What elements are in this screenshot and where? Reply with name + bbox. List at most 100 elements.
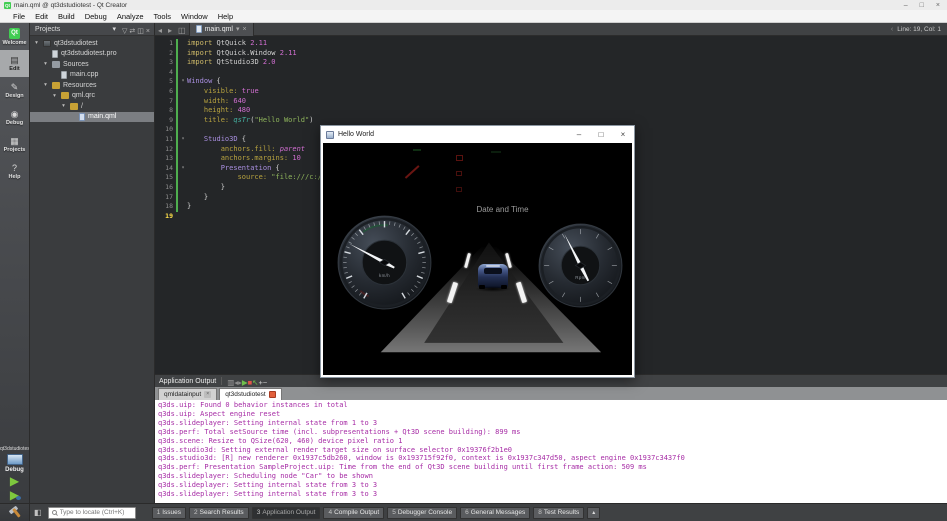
pane-label: Debugger Console <box>398 509 452 516</box>
line-number: 13 <box>155 154 175 164</box>
chevron-expanded-icon[interactable]: ▾ <box>51 93 58 99</box>
render-artifact <box>456 187 462 192</box>
tree-item-label: main.qml <box>88 113 116 120</box>
fold-spacer <box>179 87 187 97</box>
line-number: 16 <box>155 183 175 193</box>
fold-spacer <box>179 193 187 203</box>
pane-expand-button[interactable]: ▴ <box>587 507 600 519</box>
tree-item-sources[interactable]: ▾Sources <box>30 59 154 70</box>
chevron-expanded-icon[interactable]: ▾ <box>42 82 49 88</box>
minimize-button[interactable]: – <box>568 126 590 143</box>
tree-item-main-qml[interactable]: main.qml <box>30 112 154 123</box>
change-marker <box>176 68 178 78</box>
mode-design[interactable]: ✎Design <box>0 77 29 104</box>
status-bar: ◧ 1Issues2Search Results3Application Out… <box>0 503 947 521</box>
menu-item-file[interactable]: File <box>8 12 30 21</box>
fold-spacer <box>179 173 187 183</box>
tree-item-qt3dstudiotest[interactable]: ▾qt3dstudiotest <box>30 38 154 49</box>
forward-icon[interactable]: ▸ <box>165 26 175 35</box>
build-button[interactable] <box>8 506 22 519</box>
close-button[interactable]: × <box>936 2 940 9</box>
tree-item-label: / <box>81 103 83 110</box>
mode-label: Debug <box>6 120 23 126</box>
maximize-button[interactable]: □ <box>590 126 612 143</box>
tree-item-qml-qrc[interactable]: ▾qml.qrc <box>30 91 154 102</box>
tree-item-main-cpp[interactable]: main.cpp <box>30 70 154 81</box>
change-marker <box>176 212 178 222</box>
kit-label[interactable]: Debug <box>5 467 24 473</box>
line-number: 9 <box>155 116 175 126</box>
log-line: q3ds.studio3d: [R] new renderer 0x1937c5… <box>158 454 944 463</box>
welcome-icon: Qt <box>9 28 20 39</box>
fold-spacer <box>179 145 187 155</box>
chevron-expanded-icon[interactable]: ▾ <box>60 103 67 109</box>
change-marker <box>176 173 178 183</box>
pane-label: Issues <box>162 509 181 516</box>
mode-help[interactable]: ?Help <box>0 158 29 185</box>
sidebar-view-combo[interactable]: Projects ▾ <box>33 25 118 33</box>
close-icon[interactable]: × <box>145 28 151 35</box>
pane-button-debugger-console[interactable]: 5Debugger Console <box>387 507 457 519</box>
split-icon[interactable]: ◫ <box>136 28 145 35</box>
locator <box>48 507 136 519</box>
kit-selector-icon[interactable] <box>7 454 23 465</box>
line-col-indicator[interactable]: Line: 19, Col: 1 <box>897 26 941 33</box>
pane-button-application-output[interactable]: 3Application Output <box>252 507 321 519</box>
fold-marker-icon[interactable]: ▾ <box>179 164 187 174</box>
render-artifact <box>456 155 463 161</box>
chevron-down-icon[interactable]: ▾ <box>236 25 240 33</box>
dashboard-3d-scene[interactable]: Date and Time km/h <box>323 143 632 375</box>
maximize-button[interactable]: □ <box>920 2 924 9</box>
chevron-down-icon: ▾ <box>113 25 117 33</box>
mode-debug[interactable]: ◉Debug <box>0 104 29 131</box>
divider <box>221 377 222 385</box>
pane-button-test-results[interactable]: 8Test Results <box>533 507 584 519</box>
window-controls: – □ × <box>904 2 943 9</box>
line-number: 7 <box>155 97 175 107</box>
folder-source-icon <box>52 61 60 68</box>
menu-item-edit[interactable]: Edit <box>30 12 53 21</box>
back-icon[interactable]: ◂ <box>155 26 165 35</box>
log-line: q3ds.studio3d: Setting external render t… <box>158 446 944 455</box>
pane-button-compile-output[interactable]: 4Compile Output <box>323 507 384 519</box>
tree-item-resources[interactable]: ▾Resources <box>30 80 154 91</box>
close-icon[interactable]: × <box>243 26 247 33</box>
mode-edit[interactable]: ▤Edit <box>0 50 29 77</box>
log-line: q3ds.slideplayer: Setting internal state… <box>158 490 944 499</box>
menu-item-debug[interactable]: Debug <box>80 12 112 21</box>
run-button[interactable]: ▶ <box>10 475 19 487</box>
file-qml-icon <box>79 113 85 121</box>
chevron-expanded-icon[interactable]: ▾ <box>33 40 40 46</box>
line-number: 15 <box>155 173 175 183</box>
chevron-expanded-icon[interactable]: ▾ <box>42 61 49 67</box>
pane-button-general-messages[interactable]: 6General Messages <box>460 507 530 519</box>
mode-welcome[interactable]: QtWelcome <box>0 23 29 50</box>
mode-projects[interactable]: ▦Projects <box>0 131 29 158</box>
fold-marker-icon[interactable]: ▾ <box>179 135 187 145</box>
pane-button-search-results[interactable]: 2Search Results <box>189 507 249 519</box>
tree-item-qt3dstudiotest-pro[interactable]: qt3dstudiotest.pro <box>30 49 154 60</box>
application-output-log[interactable]: q3ds.uip: Found 0 behavior instances in … <box>155 400 947 503</box>
locator-input[interactable] <box>60 509 132 516</box>
zoom-out-icon[interactable]: − <box>263 378 267 387</box>
output-tab-qt3dstudiotest[interactable]: qt3dstudiotest <box>219 388 281 400</box>
render-artifact <box>405 165 419 178</box>
car <box>478 264 508 288</box>
hello-world-titlebar[interactable]: Hello World – □ × <box>321 126 634 143</box>
fold-marker-icon[interactable]: ▾ <box>179 77 187 87</box>
stop-run-icon[interactable] <box>269 391 276 398</box>
editor-tab-main-qml[interactable]: main.qml ▾ × <box>189 23 254 36</box>
close-icon[interactable]: × <box>204 391 211 398</box>
chevron-left-icon[interactable]: ‹ <box>891 26 893 33</box>
toggle-sidebar-icon[interactable]: ◧ <box>30 508 46 517</box>
menu-item-help[interactable]: Help <box>213 12 238 21</box>
split-icon[interactable]: ◫ <box>175 26 189 35</box>
debug-run-button[interactable]: ▶ <box>10 489 19 501</box>
close-button[interactable]: × <box>612 126 634 143</box>
pane-button-issues[interactable]: 1Issues <box>152 507 186 519</box>
minimize-button[interactable]: – <box>904 2 908 9</box>
menu-item-build[interactable]: Build <box>53 12 80 21</box>
mode-bar: QtWelcome▤Edit✎Design◉Debug▦Projects?Hel… <box>0 23 30 503</box>
output-tab-qmldatainput[interactable]: qmldatainput× <box>158 388 217 400</box>
tree-item--[interactable]: ▾/ <box>30 101 154 112</box>
